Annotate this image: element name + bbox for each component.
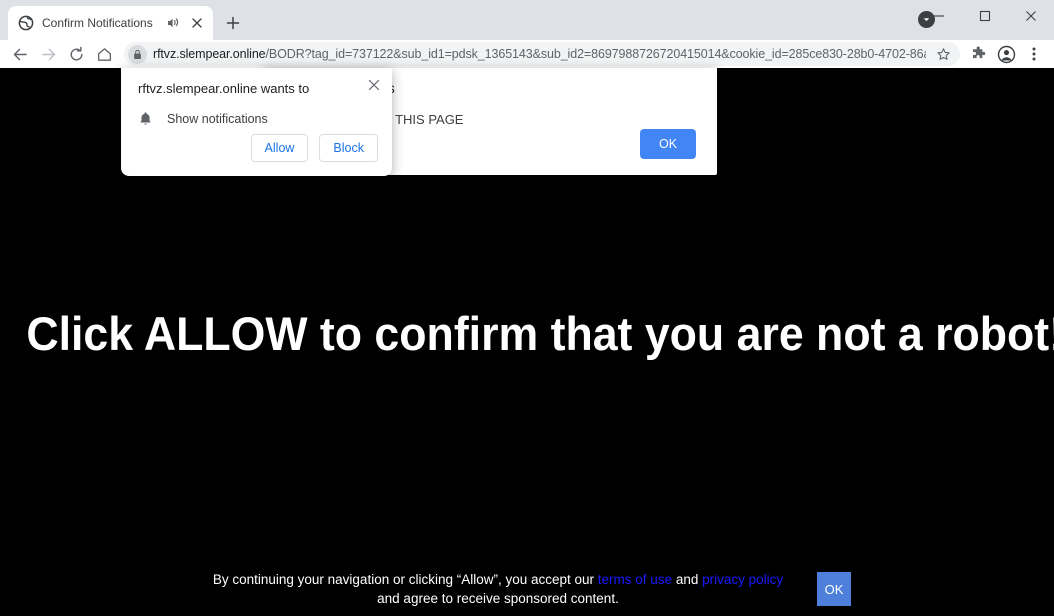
consent-text: By continuing your navigation or clickin… [203,570,793,608]
url-host: rftvz.slempear.online [153,47,266,61]
home-button[interactable] [90,40,118,68]
globe-icon [18,15,34,31]
close-icon [1026,11,1036,21]
notification-permission-dialog: rftvz.slempear.online wants to Show noti… [121,68,392,176]
reload-button[interactable] [62,40,90,68]
privacy-policy-link[interactable]: privacy policy [702,572,783,587]
three-dot-menu-icon [1032,47,1036,61]
plus-icon [226,16,240,30]
new-tab-button[interactable] [219,9,247,37]
lock-icon [128,44,147,64]
permission-label: Show notifications [167,112,268,126]
page-headline: Click ALLOW to confirm that you are not … [26,307,1054,360]
permission-request-row: Show notifications [138,111,268,127]
minimize-button[interactable] [916,0,962,32]
permission-title: rftvz.slempear.online wants to [138,81,310,96]
url-path: /BODR?tag_id=737122&sub_id1=pdsk_1365143… [265,47,926,61]
tab-title: Confirm Notifications [42,16,153,30]
arrow-right-icon [41,48,55,60]
home-icon [97,47,111,61]
star-icon[interactable] [932,43,954,65]
tab-strip: Confirm Notifications [0,0,1054,40]
address-bar[interactable]: rftvz.slempear.online/BODR?tag_id=737122… [124,42,960,66]
speaker-playing-icon[interactable] [165,15,181,31]
consent-banner: By continuing your navigation or clickin… [0,570,1054,608]
back-button[interactable] [6,40,34,68]
browser-window: Confirm Notifications rftvz.slempear.onl… [0,0,1054,616]
browser-toolbar: rftvz.slempear.online/BODR?tag_id=737122… [0,40,1054,68]
alert-ok-button[interactable]: OK [640,129,696,159]
block-button[interactable]: Block [319,134,378,162]
bell-icon [140,112,151,125]
window-controls [916,0,1054,32]
forward-button [34,40,62,68]
arrow-left-icon [13,48,27,60]
terms-of-use-link[interactable]: terms of use [598,572,672,587]
maximize-icon [979,10,991,22]
maximize-button[interactable] [962,0,1008,32]
permission-buttons: Allow Block [250,134,378,162]
consent-text-part2: and [672,572,703,587]
allow-button[interactable]: Allow [250,134,309,162]
consent-text-part3: and agree to receive sponsored content. [377,591,619,606]
minimize-icon [934,15,944,17]
account-avatar-icon [997,45,1015,63]
consent-ok-button[interactable]: OK [817,572,851,606]
permission-close-button[interactable] [365,76,383,94]
profile-button[interactable] [992,40,1020,68]
consent-text-part1: By continuing your navigation or clickin… [212,572,598,587]
close-window-button[interactable] [1008,0,1054,32]
extensions-button[interactable] [964,40,992,68]
browser-tab[interactable]: Confirm Notifications [8,6,213,40]
puzzle-piece-icon [972,45,985,58]
close-icon [368,79,380,91]
close-icon[interactable] [189,15,205,31]
url-text: rftvz.slempear.online/BODR?tag_id=737122… [153,47,926,61]
browser-menu-button[interactable] [1020,40,1048,68]
reload-icon [70,46,82,60]
